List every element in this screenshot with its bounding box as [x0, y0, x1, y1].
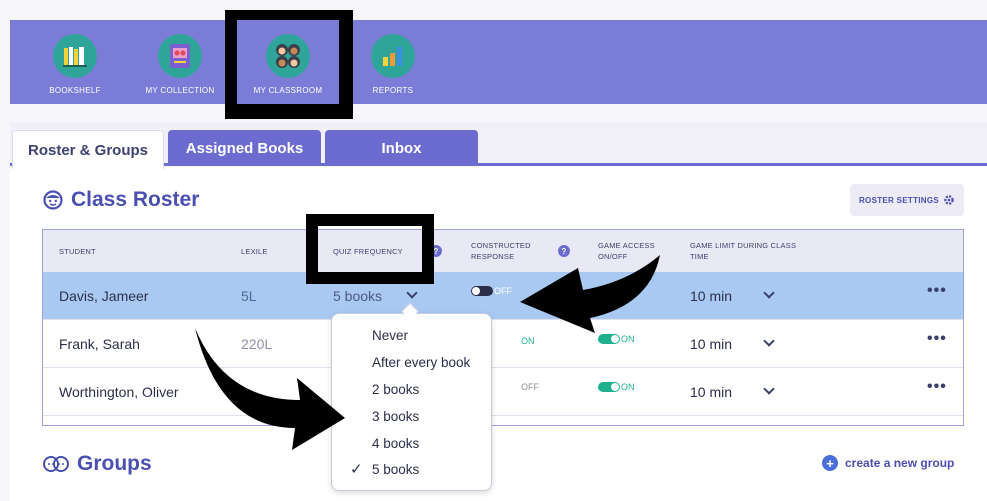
curved-arrow-down — [195, 328, 345, 450]
curved-arrow-left — [520, 255, 660, 333]
annotation-arrows — [195, 255, 660, 450]
